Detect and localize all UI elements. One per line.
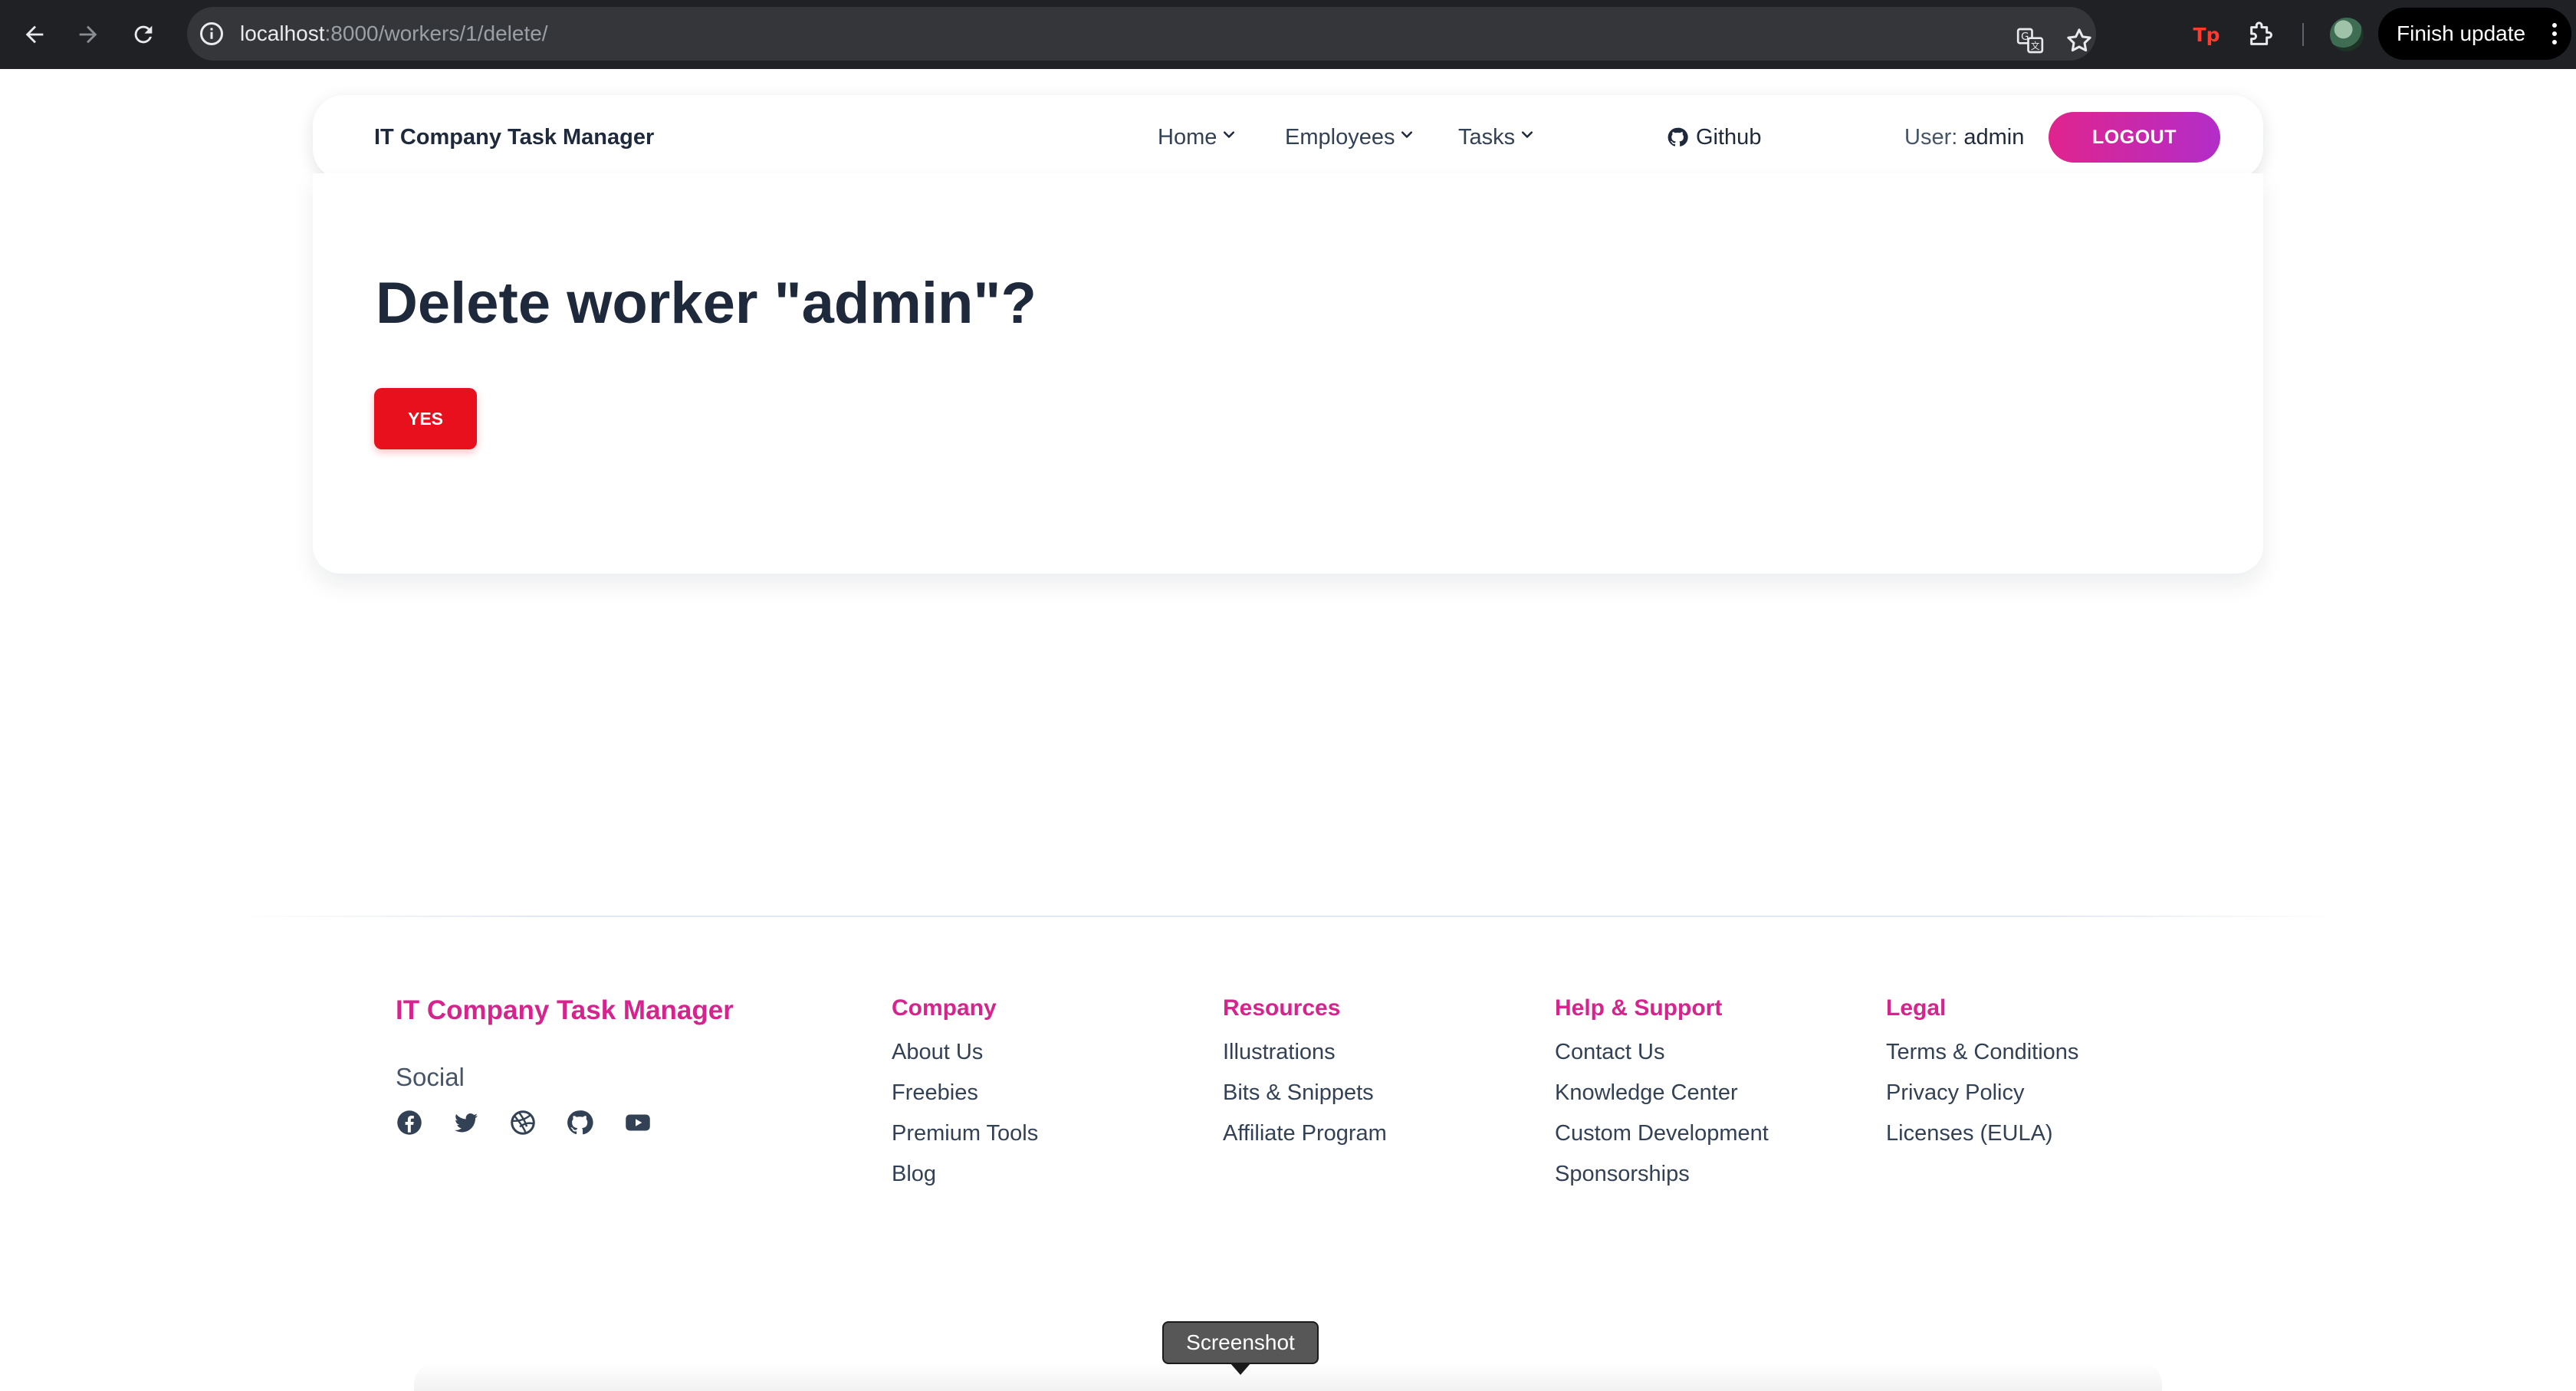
- footer-brand[interactable]: IT Company Task Manager: [396, 995, 734, 1026]
- twitter-icon[interactable]: [452, 1109, 480, 1136]
- profile-avatar[interactable]: [2330, 18, 2364, 51]
- tooltip-arrow: [1230, 1363, 1251, 1375]
- bottom-panel-shadow: [414, 1362, 2162, 1391]
- footer-heading: Company: [892, 995, 997, 1021]
- address-bar[interactable]: localhost:8000/workers/1/delete/ G 文: [187, 7, 2096, 61]
- footer-link[interactable]: Bits & Snippets: [1223, 1077, 1387, 1118]
- footer-divider: [230, 916, 2346, 917]
- footer-column-help-support: Help & Support Contact Us Knowledge Cent…: [1555, 995, 1769, 1199]
- footer-link[interactable]: Blog: [892, 1159, 1038, 1199]
- nav-employees-label: Employees: [1285, 125, 1395, 150]
- footer-heading: Legal: [1886, 995, 1947, 1021]
- nav-tasks-dropdown[interactable]: Tasks: [1458, 95, 1535, 179]
- more-vert-icon[interactable]: [2551, 21, 2558, 46]
- browser-toolbar: localhost:8000/workers/1/delete/ G 文 Tp …: [0, 0, 2576, 69]
- forward-arrow-icon[interactable]: [72, 18, 104, 51]
- footer-heading: Resources: [1223, 995, 1341, 1021]
- nav-home-dropdown[interactable]: Home: [1158, 95, 1237, 179]
- url-path: :8000/workers/1/delete/: [324, 21, 548, 45]
- current-user: User: admin: [1904, 95, 2024, 179]
- bookmark-star-icon[interactable]: [2064, 25, 2095, 56]
- footer-link[interactable]: Terms & Conditions: [1886, 1037, 2078, 1077]
- extension-tp-icon[interactable]: Tp: [2191, 18, 2222, 49]
- github-icon: [1668, 127, 1688, 146]
- chevron-down-icon: [1224, 131, 1235, 138]
- app-navbar: IT Company Task Manager Home Employees T…: [313, 95, 2263, 179]
- finish-update-button[interactable]: Finish update: [2378, 8, 2571, 60]
- footer-link[interactable]: Contact Us: [1555, 1037, 1769, 1077]
- extensions-puzzle-icon[interactable]: [2246, 18, 2277, 49]
- chevron-down-icon: [1522, 131, 1533, 138]
- nav-employees-dropdown[interactable]: Employees: [1285, 95, 1414, 179]
- footer-heading: Help & Support: [1555, 995, 1723, 1021]
- github-link[interactable]: Github: [1667, 95, 1761, 179]
- footer-link[interactable]: Premium Tools: [892, 1118, 1038, 1159]
- svg-text:文: 文: [2031, 41, 2040, 51]
- footer-link[interactable]: Sponsorships: [1555, 1159, 1769, 1199]
- page-title: Delete worker "admin"?: [376, 271, 1037, 336]
- github-label: Github: [1696, 125, 1762, 150]
- footer-column-company: Company About Us Freebies Premium Tools …: [892, 995, 1038, 1199]
- back-arrow-icon[interactable]: [18, 18, 51, 51]
- footer-link[interactable]: Affiliate Program: [1223, 1118, 1387, 1159]
- footer-link[interactable]: Knowledge Center: [1555, 1077, 1769, 1118]
- site-info-icon[interactable]: [198, 20, 225, 48]
- delete-confirm-card: Delete worker "admin"? YES: [313, 173, 2263, 574]
- url-text[interactable]: localhost:8000/workers/1/delete/: [240, 7, 548, 61]
- social-heading: Social: [396, 1063, 465, 1091]
- facebook-icon[interactable]: [396, 1109, 423, 1136]
- youtube-icon[interactable]: [624, 1109, 652, 1136]
- username: admin: [1963, 125, 2025, 150]
- finish-update-label: Finish update: [2397, 21, 2526, 45]
- footer-link[interactable]: Illustrations: [1223, 1037, 1387, 1077]
- toolbar-divider: [2302, 23, 2304, 46]
- nav-home-label: Home: [1158, 125, 1217, 150]
- github-icon[interactable]: [566, 1109, 593, 1136]
- footer-link[interactable]: Custom Development: [1555, 1118, 1769, 1159]
- footer-link[interactable]: About Us: [892, 1037, 1038, 1077]
- navbar-brand[interactable]: IT Company Task Manager: [374, 95, 654, 179]
- reload-icon[interactable]: [127, 18, 159, 51]
- footer-column-resources: Resources Illustrations Bits & Snippets …: [1223, 995, 1387, 1159]
- footer-column-legal: Legal Terms & Conditions Privacy Policy …: [1886, 995, 2078, 1159]
- dribbble-icon[interactable]: [509, 1109, 537, 1136]
- footer-link[interactable]: Licenses (EULA): [1886, 1118, 2078, 1159]
- translate-icon[interactable]: G 文: [2015, 25, 2045, 56]
- chevron-down-icon: [1401, 131, 1413, 138]
- user-prefix: User:: [1904, 125, 1958, 150]
- footer-link[interactable]: Privacy Policy: [1886, 1077, 2078, 1118]
- screenshot-tooltip: Screenshot: [1162, 1321, 1319, 1364]
- confirm-delete-button[interactable]: YES: [374, 388, 477, 449]
- footer-link[interactable]: Freebies: [892, 1077, 1038, 1118]
- url-host: localhost: [240, 21, 325, 45]
- logout-button[interactable]: LOGOUT: [2049, 112, 2220, 163]
- nav-tasks-label: Tasks: [1458, 125, 1516, 150]
- svg-text:Tp: Tp: [2193, 24, 2220, 46]
